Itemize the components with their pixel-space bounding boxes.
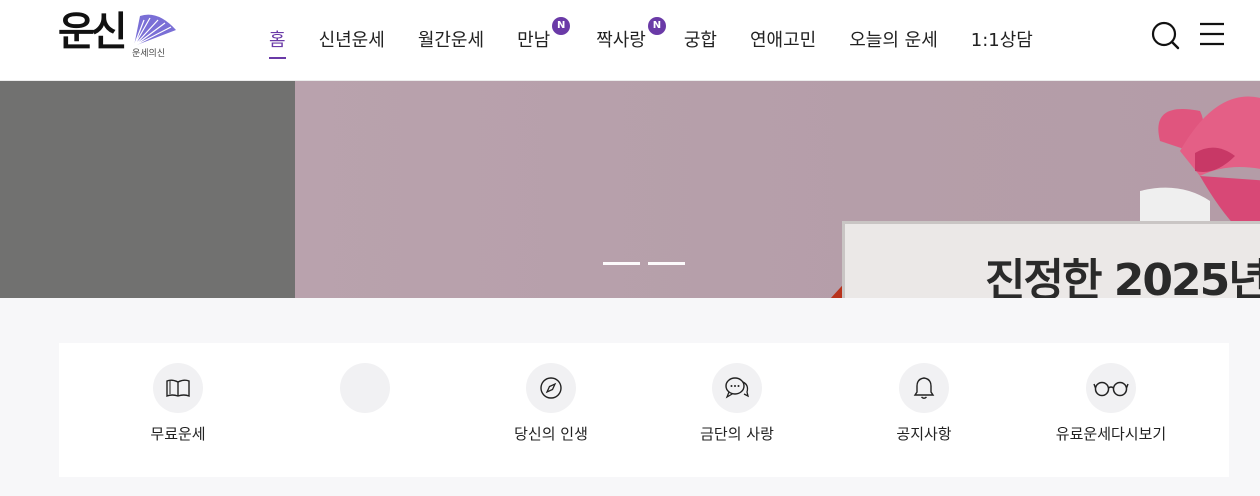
banner-card: 진정한 2025년 [842, 221, 1260, 298]
quick-item-icon-circle [153, 363, 203, 413]
nav-item-love-concerns[interactable]: 연애고민 [750, 29, 816, 53]
menu-button[interactable] [1198, 21, 1226, 47]
new-badge: N [647, 16, 666, 35]
book-icon [166, 379, 190, 398]
quick-item-free-fortune[interactable]: 무료운세 [98, 363, 258, 443]
nav-item-home[interactable]: 홈 [269, 29, 286, 59]
nav-item-label: 1:1상담 [970, 29, 1033, 51]
quick-item-icon-circle [899, 363, 949, 413]
site-header: 운신 운세의신 홈 신년운세 월간운세 만남 N 짝사랑 N 궁합 연애고민 오늘의… [0, 0, 1260, 81]
nav-item-label: 만남 [517, 29, 551, 51]
logo-subtitle: 운세의신 [132, 49, 166, 59]
chat-bubbles-icon [725, 377, 749, 399]
nav-item-label: 짝사랑 [596, 29, 646, 51]
banner-side-panel [0, 81, 295, 298]
bell-icon [913, 377, 935, 399]
quick-item-notice[interactable]: 공지사항 [844, 363, 1004, 443]
nav-item-label: 오늘의 운세 [849, 29, 938, 51]
nav-item-meeting[interactable]: 만남 N [517, 16, 571, 53]
logo-text: 운신 [58, 8, 128, 55]
slide-indicator-2[interactable] [648, 262, 685, 265]
slide-indicator-1[interactable] [603, 262, 640, 265]
quick-item-icon-circle [1086, 363, 1136, 413]
nav-item-label: 월간운세 [417, 29, 485, 51]
hamburger-menu-icon [1200, 22, 1224, 46]
quick-item-label: 공지사항 [896, 425, 952, 443]
nav-item-label: 신년운세 [318, 29, 385, 51]
quick-item-paid-fortune-history[interactable]: 유료운세다시보기 [1031, 363, 1191, 443]
quick-item-icon-circle [526, 363, 576, 413]
fan-icon [133, 14, 176, 47]
quick-item-label: 당신의 인생 [514, 425, 588, 443]
logo[interactable]: 운신 운세의신 [58, 6, 178, 66]
main-nav: 홈 신년운세 월간운세 만남 N 짝사랑 N 궁합 연애고민 오늘의 운세 1:1상… [254, 0, 1066, 81]
nav-item-monthly-fortune[interactable]: 월간운세 [418, 29, 484, 53]
quick-item-label: 무료운세 [150, 425, 206, 443]
nav-item-label: 궁합 [683, 29, 717, 51]
quick-item-label: 금단의 사랑 [700, 425, 774, 443]
hero-banner[interactable]: 진정한 2025년 [0, 81, 1260, 298]
search-button[interactable] [1150, 20, 1180, 50]
quick-item-forbidden-love[interactable]: 금단의 사랑 [657, 363, 817, 443]
search-icon [1151, 21, 1180, 50]
nav-item-new-year-fortune[interactable]: 신년운세 [319, 29, 385, 53]
quick-item-your-life[interactable]: 당신의 인생 [471, 363, 631, 443]
compass-icon [540, 377, 562, 399]
quick-item-blank[interactable] [285, 363, 445, 425]
quick-item-icon-circle [340, 363, 390, 413]
nav-item-label: 홈 [269, 29, 286, 51]
nav-item-today-fortune[interactable]: 오늘의 운세 [849, 29, 938, 53]
quick-menu: 무료운세 당신의 인생 금단의 사랑 공지사항 유료운세다시보기 [59, 343, 1229, 477]
slide-indicators [603, 262, 685, 265]
nav-item-label: 연애고민 [750, 29, 817, 51]
nav-item-compatibility[interactable]: 궁합 [684, 29, 717, 53]
gift-ribbon-image [1140, 96, 1260, 231]
nav-item-crush[interactable]: 짝사랑 N [596, 16, 666, 53]
quick-item-label: 유료운세다시보기 [1055, 425, 1167, 443]
banner-headline: 진정한 2025년 [985, 255, 1260, 298]
quick-item-icon-circle [712, 363, 762, 413]
nav-item-consultation[interactable]: 1:1상담 [971, 29, 1033, 53]
new-badge: N [552, 16, 571, 35]
glasses-icon [1093, 381, 1129, 397]
